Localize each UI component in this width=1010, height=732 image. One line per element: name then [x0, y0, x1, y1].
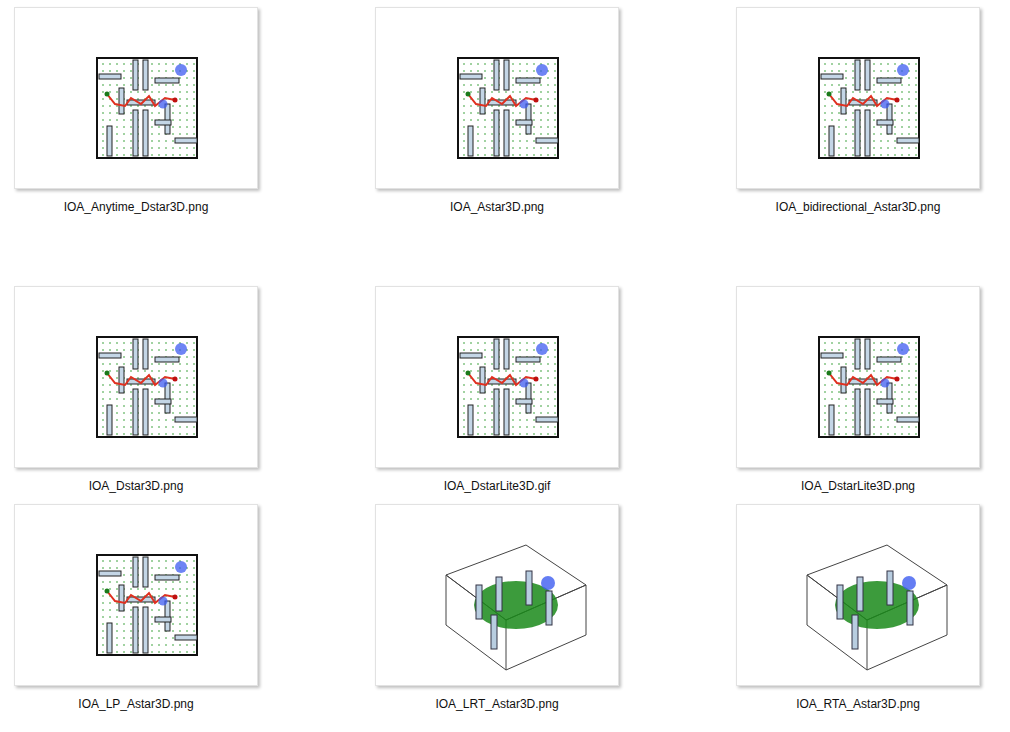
file-item[interactable]: IOA_LP_Astar3D.png: [14, 504, 258, 712]
file-name[interactable]: IOA_RTA_Astar3D.png: [796, 696, 920, 712]
thumbnail[interactable]: [736, 504, 980, 686]
maze-plot-icon: [737, 505, 980, 686]
maze-plot-icon: [15, 505, 258, 686]
maze-plot-icon: [737, 8, 980, 189]
file-item[interactable]: IOA_Astar3D.png: [375, 7, 619, 215]
file-item[interactable]: IOA_DstarLite3D.gif: [375, 286, 619, 494]
thumbnail[interactable]: [736, 7, 980, 189]
file-item[interactable]: IOA_Anytime_Dstar3D.png: [14, 7, 258, 215]
thumbnail[interactable]: [14, 7, 258, 189]
file-grid: IOA_Anytime_Dstar3D.png IOA_Astar3D.png …: [0, 0, 1010, 722]
maze-plot-icon: [376, 8, 619, 189]
maze-plot-icon: [15, 287, 258, 468]
file-item[interactable]: IOA_LRT_Astar3D.png: [375, 504, 619, 712]
file-name[interactable]: IOA_Astar3D.png: [450, 199, 544, 215]
file-name[interactable]: IOA_DstarLite3D.png: [801, 478, 915, 494]
thumbnail[interactable]: [14, 504, 258, 686]
file-item[interactable]: IOA_bidirectional_Astar3D.png: [736, 7, 980, 215]
maze-plot-icon: [376, 287, 619, 468]
file-item[interactable]: IOA_RTA_Astar3D.png: [736, 504, 980, 712]
thumbnail[interactable]: [14, 286, 258, 468]
file-name[interactable]: IOA_LP_Astar3D.png: [78, 696, 193, 712]
thumbnail[interactable]: [375, 7, 619, 189]
file-name[interactable]: IOA_Dstar3D.png: [89, 478, 184, 494]
maze-plot-icon: [376, 505, 619, 686]
file-name[interactable]: IOA_Anytime_Dstar3D.png: [64, 199, 209, 215]
file-item[interactable]: IOA_DstarLite3D.png: [736, 286, 980, 494]
maze-plot-icon: [737, 287, 980, 468]
file-name[interactable]: IOA_bidirectional_Astar3D.png: [776, 199, 941, 215]
thumbnail[interactable]: [375, 286, 619, 468]
file-name[interactable]: IOA_DstarLite3D.gif: [444, 478, 551, 494]
thumbnail[interactable]: [375, 504, 619, 686]
file-item[interactable]: IOA_Dstar3D.png: [14, 286, 258, 494]
maze-plot-icon: [15, 8, 258, 189]
file-name[interactable]: IOA_LRT_Astar3D.png: [435, 696, 558, 712]
thumbnail[interactable]: [736, 286, 980, 468]
